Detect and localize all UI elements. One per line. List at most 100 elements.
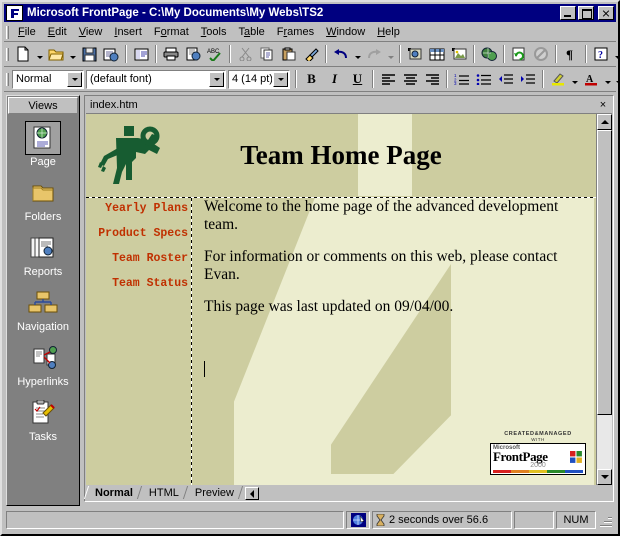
- web-page-canvas[interactable]: Team Home Page Yearly Plans Product Spec…: [86, 114, 596, 485]
- sidebar-item-hyperlinks[interactable]: Hyperlinks: [7, 341, 79, 388]
- font-size-combo[interactable]: 4 (14 pt): [228, 69, 290, 89]
- align-left-button[interactable]: [377, 69, 399, 90]
- nav-link-team-roster[interactable]: Team Roster: [86, 252, 191, 265]
- paste-button[interactable]: [278, 44, 300, 65]
- menu-table[interactable]: Table: [232, 25, 270, 39]
- standard-toolbar-options[interactable]: [612, 44, 620, 65]
- highlight-button[interactable]: [547, 69, 569, 90]
- resize-grip[interactable]: [598, 511, 614, 529]
- undo-dropdown[interactable]: [352, 44, 363, 65]
- font-color-button[interactable]: A: [580, 69, 602, 90]
- redo-button[interactable]: [363, 44, 385, 65]
- nav-link-product-specs[interactable]: Product Specs: [86, 227, 191, 240]
- views-bar-caption: Views: [8, 97, 78, 114]
- insert-table-button[interactable]: [426, 44, 448, 65]
- insert-component-button[interactable]: [404, 44, 426, 65]
- open-button[interactable]: [45, 44, 67, 65]
- sidebar-item-reports[interactable]: Reports: [7, 231, 79, 278]
- align-right-button[interactable]: [421, 69, 443, 90]
- show-all-button[interactable]: ¶: [560, 44, 582, 65]
- undo-button[interactable]: [330, 44, 352, 65]
- svg-text:¶: ¶: [566, 47, 573, 61]
- menu-grip[interactable]: [6, 25, 9, 39]
- nav-link-team-status[interactable]: Team Status: [86, 277, 191, 290]
- new-page-button[interactable]: [12, 44, 34, 65]
- publish-web-button[interactable]: [100, 44, 122, 65]
- menu-insert[interactable]: Insert: [108, 25, 148, 39]
- increase-indent-button[interactable]: [517, 69, 539, 90]
- toolbar-separator: [555, 45, 557, 63]
- close-document-icon[interactable]: ×: [596, 99, 610, 112]
- insert-picture-button[interactable]: [448, 44, 470, 65]
- underline-button[interactable]: U: [346, 69, 369, 90]
- italic-button[interactable]: I: [323, 69, 346, 90]
- nav-link-yearly-plans[interactable]: Yearly Plans: [86, 202, 191, 215]
- sidebar-item-page[interactable]: Page: [7, 121, 79, 168]
- status-globe-pane[interactable]: [346, 511, 370, 529]
- vertical-scrollbar[interactable]: [596, 114, 612, 485]
- font-color-dropdown[interactable]: [602, 69, 613, 90]
- formatting-toolbar-grip[interactable]: [6, 72, 9, 86]
- scrollbar-thumb[interactable]: [597, 130, 612, 415]
- sidebar-item-label: Folders: [24, 211, 62, 223]
- save-button[interactable]: [78, 44, 100, 65]
- folder-list-button[interactable]: [130, 44, 152, 65]
- scroll-down-button[interactable]: [597, 469, 612, 485]
- paragraph-style-combo[interactable]: Normal: [12, 69, 84, 89]
- print-preview-button[interactable]: [182, 44, 204, 65]
- window-controls: [560, 6, 614, 20]
- sidebar-item-folders[interactable]: Folders: [7, 176, 79, 223]
- frontpage-logo-glyph: [10, 8, 19, 18]
- maximize-button[interactable]: [578, 6, 594, 20]
- arrow-left-icon: [249, 489, 254, 498]
- menu-help[interactable]: Help: [371, 25, 406, 39]
- standard-toolbar-grip[interactable]: [6, 47, 9, 61]
- print-button[interactable]: [160, 44, 182, 65]
- copy-button[interactable]: [256, 44, 278, 65]
- scrollbar-track[interactable]: [597, 130, 612, 469]
- menu-view[interactable]: View: [73, 25, 109, 39]
- paragraph-style-value: Normal: [16, 73, 52, 85]
- menu-frames[interactable]: Frames: [271, 25, 320, 39]
- chevron-down-icon: [571, 80, 578, 84]
- page-header: Team Home Page: [86, 114, 596, 192]
- font-name-combo[interactable]: (default font): [86, 69, 226, 89]
- menu-window[interactable]: Window: [320, 25, 371, 39]
- hyperlink-button[interactable]: [478, 44, 500, 65]
- stop-button[interactable]: [530, 44, 552, 65]
- paragraph-style-dropdown-button[interactable]: [67, 71, 82, 87]
- refresh-button[interactable]: [508, 44, 530, 65]
- menu-tools[interactable]: Tools: [195, 25, 233, 39]
- font-name-dropdown-button[interactable]: [209, 71, 224, 87]
- cut-button[interactable]: [234, 44, 256, 65]
- tab-preview[interactable]: Preview: [186, 485, 244, 500]
- minimize-button[interactable]: [560, 6, 576, 20]
- bulleted-list-button[interactable]: [473, 69, 495, 90]
- spelling-button[interactable]: ABC: [204, 44, 226, 65]
- highlight-dropdown[interactable]: [569, 69, 580, 90]
- close-button[interactable]: [598, 6, 614, 20]
- numbered-list-button[interactable]: 123: [451, 69, 473, 90]
- scroll-up-button[interactable]: [597, 114, 612, 130]
- formatting-toolbar-options[interactable]: [613, 69, 620, 90]
- redo-dropdown[interactable]: [385, 44, 396, 65]
- font-size-dropdown-button[interactable]: [273, 71, 288, 87]
- tab-html[interactable]: HTML: [140, 485, 188, 500]
- tab-normal[interactable]: Normal: [83, 485, 143, 500]
- hyperlinks-view-icon: [25, 341, 61, 375]
- open-dropdown[interactable]: [67, 44, 78, 65]
- decrease-indent-button[interactable]: [495, 69, 517, 90]
- help-button[interactable]: ?: [590, 44, 612, 65]
- format-painter-button[interactable]: [300, 44, 322, 65]
- new-page-dropdown[interactable]: [34, 44, 45, 65]
- align-center-button[interactable]: [399, 69, 421, 90]
- folders-view-icon: [25, 176, 61, 210]
- menu-format[interactable]: Format: [148, 25, 195, 39]
- menu-edit[interactable]: Edit: [42, 25, 73, 39]
- sidebar-item-navigation[interactable]: Navigation: [7, 286, 79, 333]
- bold-button[interactable]: B: [300, 69, 323, 90]
- sidebar-item-tasks[interactable]: Tasks: [7, 396, 79, 443]
- menu-file[interactable]: File: [12, 25, 42, 39]
- horizontal-scroll-left-button[interactable]: [244, 487, 259, 500]
- sidebar-item-label: Hyperlinks: [17, 376, 69, 388]
